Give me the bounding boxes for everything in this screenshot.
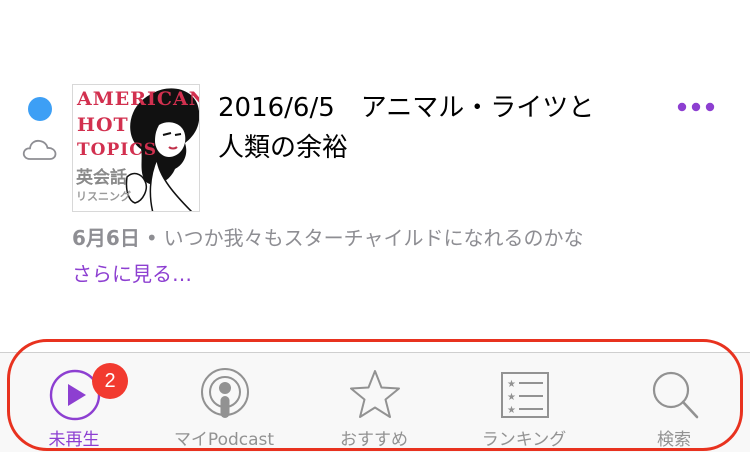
tab-search[interactable]: 検索 bbox=[604, 361, 744, 452]
tab-label: おすすめ bbox=[340, 430, 408, 450]
artwork-subtitle-small: リスニング bbox=[76, 190, 131, 203]
tab-label: 未再生 bbox=[48, 430, 100, 450]
tab-top-charts[interactable]: ★ ★ ★ ランキング bbox=[454, 361, 594, 452]
artwork-title-line: AMERICAN bbox=[77, 88, 200, 110]
unplayed-indicator bbox=[28, 97, 52, 121]
meta-separator: • bbox=[145, 226, 158, 250]
podcast-icon bbox=[201, 368, 249, 418]
svg-text:★: ★ bbox=[507, 392, 516, 403]
cloud-icon[interactable] bbox=[22, 136, 58, 162]
tab-unplayed[interactable]: 2 未再生 bbox=[4, 361, 144, 452]
tab-label: ランキング bbox=[481, 430, 567, 450]
tab-my-podcast[interactable]: マイPodcast bbox=[154, 361, 294, 452]
artwork-subtitle: 英会話 bbox=[76, 168, 127, 188]
podcast-screen: AMERICAN HOT TOPICS 英会話 リスニング 2016/6/5 ア… bbox=[0, 0, 750, 452]
tab-featured[interactable]: おすすめ bbox=[304, 361, 444, 452]
tab-bar: 2 未再生 マイPodcast おすすめ ★ ★ ★ ランキング 検索 bbox=[0, 352, 750, 452]
episode-artwork[interactable]: AMERICAN HOT TOPICS 英会話 リスニング bbox=[72, 84, 200, 212]
tab-label: 検索 bbox=[657, 430, 691, 450]
artwork-title-line: HOT bbox=[77, 114, 129, 136]
svg-text:★: ★ bbox=[507, 405, 516, 416]
unplayed-count-badge: 2 bbox=[92, 363, 128, 399]
star-icon bbox=[350, 370, 400, 418]
svg-text:★: ★ bbox=[507, 379, 516, 390]
artwork-title-line: TOPICS bbox=[77, 140, 158, 160]
see-more-link[interactable]: さらに見る… bbox=[72, 260, 192, 288]
ellipsis-icon[interactable] bbox=[676, 96, 716, 118]
episode-date: 6月6日 bbox=[72, 226, 140, 250]
tab-label: マイPodcast bbox=[173, 430, 275, 450]
search-icon bbox=[652, 371, 699, 419]
episode-description: いつか我々もスターチャイルドになれるのかな bbox=[163, 226, 584, 250]
episode-meta: 6月6日 • いつか我々もスターチャイルドになれるのかな bbox=[72, 224, 742, 252]
list-icon: ★ ★ ★ bbox=[501, 372, 549, 418]
episode-title[interactable]: 2016/6/5 アニマル・ライツと人類の余裕 bbox=[218, 88, 598, 168]
